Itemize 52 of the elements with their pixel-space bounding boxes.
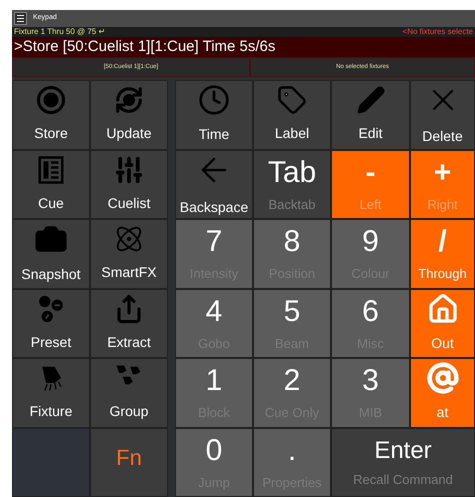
key-symbol: 2 xyxy=(284,366,300,396)
key-button[interactable]: Cue xyxy=(12,150,90,219)
key-button[interactable]: Edit xyxy=(331,80,410,150)
house-icon xyxy=(426,292,458,325)
key-symbol: - xyxy=(366,158,376,188)
key-symbol: 5 xyxy=(284,296,300,327)
key-symbol: 6 xyxy=(362,296,379,327)
key-symbol: 3 xyxy=(362,366,379,396)
key-button[interactable]: Enter Recall Command xyxy=(331,428,475,497)
key-label: Left xyxy=(360,198,382,211)
key-button[interactable]: Preset xyxy=(12,288,90,358)
function-key[interactable]: Fn xyxy=(90,428,168,497)
key-label: Backtab xyxy=(268,198,316,211)
key-button[interactable]: Update xyxy=(90,80,168,150)
key-button[interactable]: Tab Backtab xyxy=(253,150,331,219)
key-button[interactable]: Time xyxy=(175,80,253,150)
key-button[interactable]: Snapshot xyxy=(12,219,90,288)
key-symbol: 9 xyxy=(362,227,379,258)
key-button[interactable]: Store xyxy=(12,80,90,150)
key-symbol: 1 xyxy=(206,366,222,396)
key-symbol: . xyxy=(288,436,296,466)
key-label: Right xyxy=(427,198,458,211)
key-button[interactable]: SmartFX xyxy=(90,219,168,288)
key-symbol: / xyxy=(438,227,447,258)
key-button[interactable]: Fixture xyxy=(12,358,90,428)
selection-message: <No fixtures selecte xyxy=(402,28,473,36)
key-button[interactable]: Delete xyxy=(410,80,475,150)
clock-icon xyxy=(198,84,230,116)
key-label: Through xyxy=(418,267,467,280)
command-history: Fixture 1 Thru 50 @ 75 ↵ xyxy=(14,28,106,36)
key-symbol: Tab xyxy=(268,158,316,188)
key-symbol: Enter xyxy=(374,438,432,463)
key-button[interactable]: Label xyxy=(253,80,331,150)
pencil-icon xyxy=(356,85,386,116)
key-symbol: + xyxy=(434,158,452,188)
key-symbol: 4 xyxy=(206,296,222,327)
key-button[interactable]: Extract xyxy=(90,288,168,358)
key-symbol: 8 xyxy=(284,227,300,258)
menu-button[interactable] xyxy=(14,12,27,25)
tag-icon xyxy=(277,85,307,116)
key-symbol: 0 xyxy=(206,436,222,466)
key-button[interactable]: Cuelist xyxy=(90,150,168,219)
record-icon xyxy=(36,85,66,116)
key-symbol: 7 xyxy=(206,227,222,258)
key-button[interactable]: Backspace xyxy=(175,150,253,219)
at-sign-icon xyxy=(426,362,458,394)
list-panel-icon xyxy=(36,154,66,185)
refresh-icon xyxy=(114,85,144,116)
key-button[interactable]: Group xyxy=(90,358,168,428)
key-label: Recall Command xyxy=(353,472,453,486)
dials-icon xyxy=(36,294,66,324)
sliders-icon xyxy=(114,154,144,185)
